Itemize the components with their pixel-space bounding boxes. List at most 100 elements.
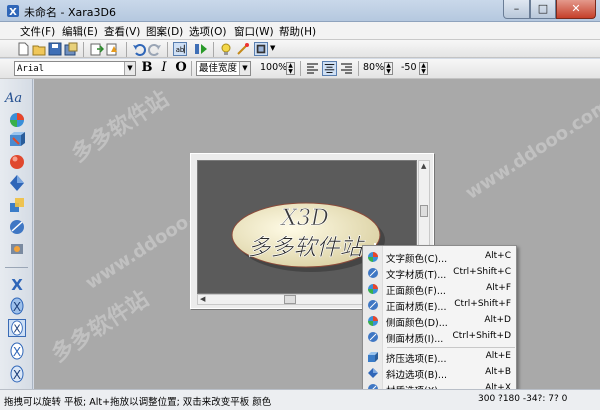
svg-text:X: X: [13, 300, 21, 314]
color-icon[interactable]: [8, 111, 26, 129]
watermark: 多多软件站: [47, 286, 154, 368]
menu-view[interactable]: 查看(V): [104, 24, 140, 39]
text-edit-icon[interactable]: ab: [173, 42, 187, 56]
save-as-icon[interactable]: [64, 42, 78, 56]
font-value: Arial: [17, 64, 45, 74]
chevron-down-icon[interactable]: ▼: [239, 62, 250, 75]
context-menu: 文字颜色(C)... Alt+C 文字材质(T)... Ctrl+Shift+C…: [362, 245, 517, 397]
open-icon[interactable]: [32, 42, 46, 56]
menu-item-label: 正面颜色(F)...: [386, 286, 446, 297]
extrude-icon[interactable]: [8, 174, 26, 192]
toolbar-separator: [358, 61, 359, 76]
frame-options-icon[interactable]: [254, 42, 268, 56]
menu-item-bevel-options[interactable]: 斜边选项(B)... Alt+B: [364, 365, 515, 381]
line-spacing-value[interactable]: 80%: [363, 62, 384, 73]
text-toolbar: Arial ▼ B I O 最佳宽度 ▼ 100% ▲ ▼ 80% ▲ ▼ -50 …: [0, 59, 600, 79]
close-button[interactable]: ✕: [556, 0, 596, 19]
menu-item-side-color[interactable]: 侧面颜色(D)... Alt+D: [364, 313, 515, 329]
x-style-3-icon[interactable]: X: [8, 319, 26, 337]
menu-item-extrude-options[interactable]: 挤压选项(E)... Alt+E: [364, 349, 515, 365]
scroll-thumb[interactable]: [284, 295, 296, 304]
canvas-line1: X3D: [279, 206, 329, 231]
menu-options[interactable]: 选项(O): [189, 24, 226, 39]
window-title: 未命名 - Xara3D6: [24, 6, 116, 19]
canvas-line2: 多多软件站: [248, 235, 366, 261]
text-color-icon: [368, 252, 378, 262]
export-icon[interactable]: [90, 42, 104, 56]
scroll-up-icon[interactable]: ▲: [421, 162, 426, 170]
app-icon: X: [7, 5, 19, 18]
font-select[interactable]: Arial ▼: [14, 61, 136, 76]
italic-button[interactable]: I: [156, 60, 172, 76]
width-mode-select[interactable]: 最佳宽度 ▼: [196, 61, 251, 76]
chevron-down-icon[interactable]: ▼: [270, 44, 275, 52]
new-icon[interactable]: [16, 42, 30, 56]
align-center-icon[interactable]: [322, 61, 337, 76]
watermark: www.ddooo.com: [461, 95, 600, 204]
title-bar: X 未命名 - Xara3D6 – □ ✕: [0, 0, 600, 22]
outline-button[interactable]: O: [173, 60, 189, 76]
menu-window[interactable]: 窗口(W): [234, 24, 274, 39]
extrude-options-icon: [368, 352, 378, 362]
menu-item-side-texture[interactable]: 侧面材质(I)... Ctrl+Shift+D: [364, 329, 515, 345]
menu-item-label: 正面材质(E)...: [386, 302, 447, 313]
align-left-icon[interactable]: [305, 61, 320, 76]
x-style-5-icon[interactable]: X: [8, 365, 26, 383]
texture-icon[interactable]: [8, 131, 26, 149]
main-toolbar: ab ▼: [0, 40, 600, 58]
menu-item-shortcut: Alt+E: [485, 351, 511, 361]
undo-icon[interactable]: [132, 42, 146, 56]
menu-item-label: 文字材质(T)...: [386, 270, 447, 281]
x-style-2-icon[interactable]: X: [8, 297, 26, 315]
face-texture-icon: [368, 300, 378, 310]
align-right-icon[interactable]: [339, 61, 354, 76]
menu-file[interactable]: 文件(F): [20, 24, 55, 39]
face-color-icon: [368, 284, 378, 294]
svg-text:ab: ab: [176, 46, 185, 54]
kerning-value[interactable]: -50: [401, 62, 417, 73]
svg-text:X: X: [13, 322, 20, 335]
sphere-icon[interactable]: [8, 153, 26, 171]
toolbar-separator: [213, 42, 214, 57]
text-button[interactable]: Aa: [5, 91, 29, 109]
minimize-button[interactable]: –: [503, 0, 530, 19]
bold-button[interactable]: B: [139, 60, 155, 76]
menu-design[interactable]: 图案(D): [146, 24, 183, 39]
x-style-1-icon[interactable]: X: [8, 275, 26, 293]
bevel-icon[interactable]: [8, 196, 26, 214]
char-spacing-value[interactable]: 100%: [260, 62, 287, 73]
toolbar-separator: [83, 42, 84, 57]
scroll-thumb[interactable]: [420, 205, 428, 217]
extrude-icon[interactable]: [236, 42, 250, 56]
menu-bar: 文件(F) 编辑(E) 查看(V) 图案(D) 选项(O) 窗口(W) 帮助(H…: [0, 22, 600, 40]
export-animation-icon[interactable]: [106, 42, 120, 56]
side-texture-icon: [368, 332, 378, 342]
redo-icon[interactable]: [148, 42, 162, 56]
shadow-icon[interactable]: [8, 218, 26, 236]
menu-edit[interactable]: 编辑(E): [62, 24, 98, 39]
light-icon[interactable]: [219, 42, 233, 56]
menu-item-face-texture[interactable]: 正面材质(E)... Ctrl+Shift+F: [364, 297, 515, 313]
x-style-4-icon[interactable]: X: [8, 342, 26, 360]
svg-text:X: X: [9, 7, 17, 18]
animation-icon[interactable]: [8, 240, 26, 258]
play-icon[interactable]: [194, 42, 208, 56]
menu-item-face-color[interactable]: 正面颜色(F)... Alt+F: [364, 281, 515, 297]
line-spacing-spinner[interactable]: ▲ ▼: [384, 62, 393, 75]
save-icon[interactable]: [48, 42, 62, 56]
menu-item-shortcut: Alt+F: [486, 283, 511, 293]
menu-help[interactable]: 帮助(H): [279, 24, 316, 39]
menu-item-label: 侧面颜色(D)...: [386, 318, 448, 329]
menu-item-text-texture[interactable]: 文字材质(T)... Ctrl+Shift+C: [364, 265, 515, 281]
kerning-spinner[interactable]: ▲ ▼: [419, 62, 428, 75]
menu-item-text-color[interactable]: 文字颜色(C)... Alt+C: [364, 249, 515, 265]
status-coords: 300 ?180 -34?: 7? 0: [478, 394, 568, 404]
char-spacing-spinner[interactable]: ▲ ▼: [286, 62, 295, 75]
menu-item-label: 斜边选项(B)...: [386, 370, 447, 381]
scroll-left-icon[interactable]: ◀: [200, 295, 205, 303]
menu-item-shortcut: Alt+B: [485, 367, 511, 377]
width-mode-value: 最佳宽度: [199, 63, 238, 74]
menu-item-label: 文字颜色(C)...: [386, 254, 448, 265]
chevron-down-icon[interactable]: ▼: [124, 62, 135, 75]
maximize-button[interactable]: □: [530, 0, 556, 19]
